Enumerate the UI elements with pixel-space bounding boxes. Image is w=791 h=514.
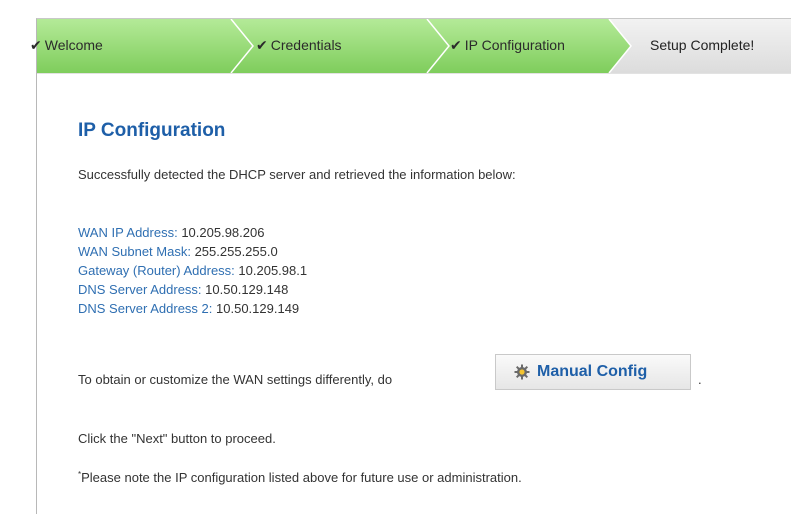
wizard-step-credentials: ✔ Credentials — [256, 36, 342, 54]
footnote: *Please note the IP configuration listed… — [78, 470, 522, 485]
info-row-subnet-mask: WAN Subnet Mask: 255.255.255.0 — [78, 242, 307, 261]
info-value: 10.205.98.1 — [238, 263, 308, 278]
wizard-step-ipconfig: ✔ IP Configuration — [450, 36, 565, 54]
info-label: WAN Subnet Mask: — [78, 244, 191, 259]
setup-wizard-panel: ✔ Welcome ✔ Credentials ✔ IP Configuration … — [30, 18, 791, 514]
footnote-text: Please note the IP configuration listed … — [81, 470, 522, 485]
checkmark-icon: ✔ — [450, 37, 462, 53]
info-value: 255.255.255.0 — [194, 244, 278, 259]
info-value: 10.50.129.148 — [205, 282, 289, 297]
manual-config-prompt: To obtain or customize the WAN settings … — [78, 372, 393, 387]
ip-info-list: WAN IP Address: 10.205.98.206 WAN Subnet… — [78, 223, 307, 318]
checkmark-icon: ✔ — [256, 37, 268, 53]
info-label: DNS Server Address: — [78, 282, 202, 297]
intro-text: Successfully detected the DHCP server an… — [78, 167, 516, 182]
wizard-progress-bar: ✔ Welcome ✔ Credentials ✔ IP Configuration … — [30, 19, 791, 74]
wizard-step-label: Setup Complete! — [650, 37, 755, 53]
main-content: IP Configuration Successfully detected t… — [78, 119, 791, 485]
manual-config-button[interactable]: Manual Config — [495, 354, 691, 390]
wizard-step-label: Credentials — [270, 37, 342, 53]
info-row-wan-ip: WAN IP Address: 10.205.98.206 — [78, 223, 307, 242]
next-instruction: Click the "Next" button to proceed. — [78, 431, 276, 446]
info-row-dns-2: DNS Server Address 2: 10.50.129.149 — [78, 299, 307, 318]
checkmark-icon: ✔ — [30, 37, 42, 53]
trailing-period: . — [698, 372, 702, 387]
gear-icon — [514, 364, 530, 380]
manual-config-label: Manual Config — [537, 363, 648, 380]
info-label: DNS Server Address 2: — [78, 301, 213, 316]
info-row-gateway: Gateway (Router) Address: 10.205.98.1 — [78, 261, 307, 280]
info-value: 10.205.98.206 — [181, 225, 265, 240]
info-label: Gateway (Router) Address: — [78, 263, 235, 278]
info-label: WAN IP Address: — [78, 225, 178, 240]
info-value: 10.50.129.149 — [216, 301, 300, 316]
page-title: IP Configuration — [78, 120, 226, 141]
wizard-step-welcome: ✔ Welcome — [30, 36, 103, 54]
info-row-dns-1: DNS Server Address: 10.50.129.148 — [78, 280, 307, 299]
wizard-step-complete: Setup Complete! — [650, 36, 754, 54]
wizard-step-label: Welcome — [44, 37, 103, 53]
wizard-step-label: IP Configuration — [464, 37, 565, 53]
